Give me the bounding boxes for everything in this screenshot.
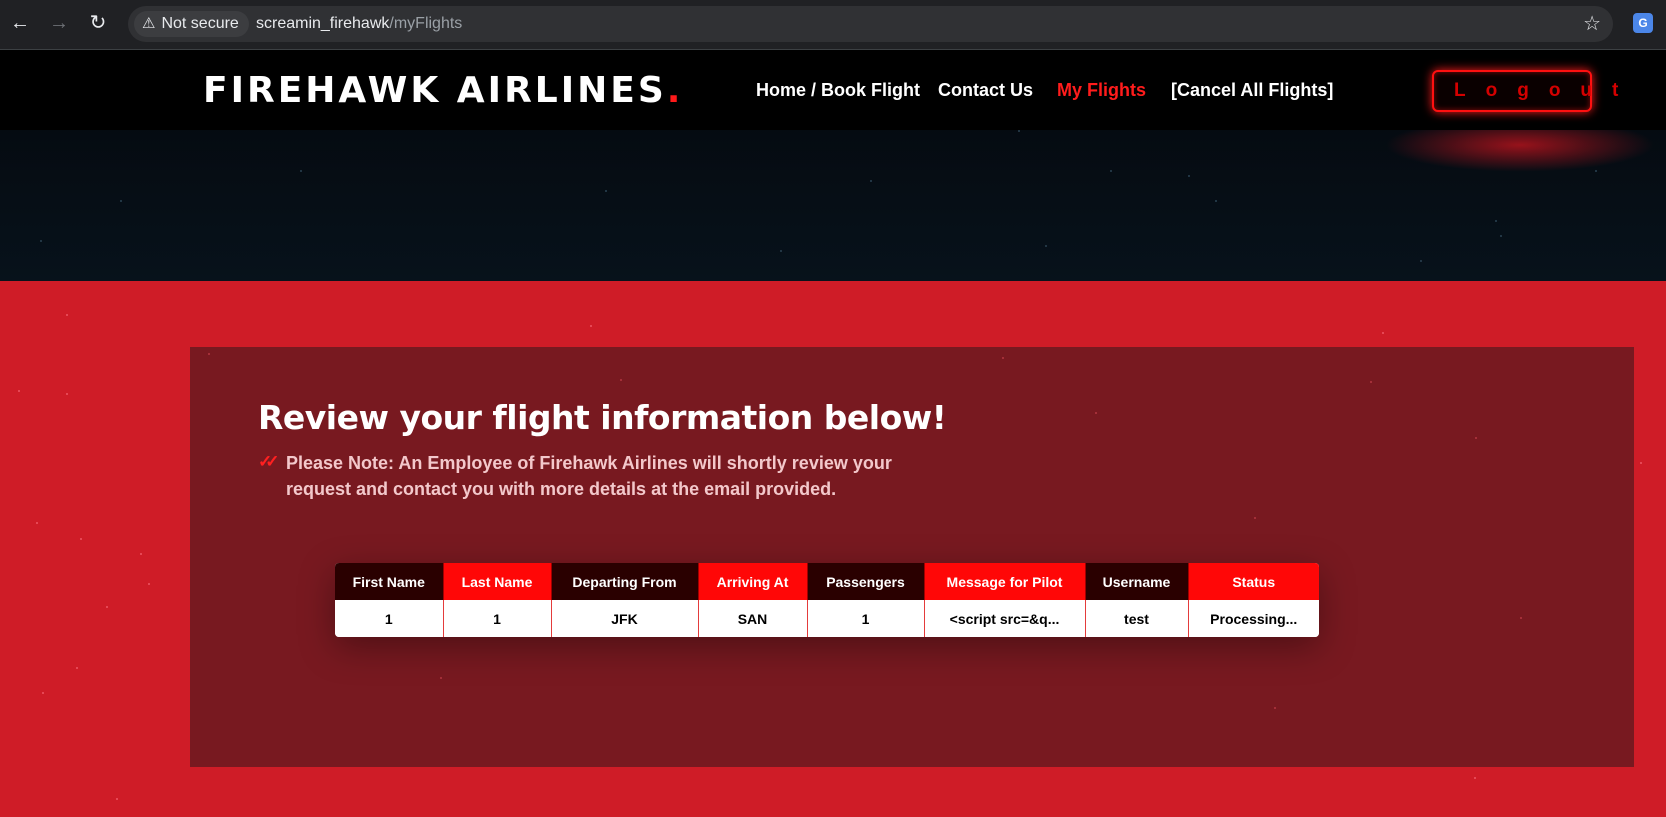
security-label: Not secure xyxy=(161,15,239,32)
table-header-row: First Name Last Name Departing From Arri… xyxy=(335,563,1319,600)
nav-contact-us[interactable]: Contact Us xyxy=(938,80,1033,101)
url-text[interactable]: screamin_firehawk/myFlights xyxy=(256,6,462,42)
reload-icon[interactable]: ↻ xyxy=(84,9,112,37)
column-header: Arriving At xyxy=(697,563,807,600)
review-note: Please Note: An Employee of Firehawk Air… xyxy=(286,453,892,499)
column-header: Message for Pilot xyxy=(923,563,1085,600)
logout-button[interactable]: Logout xyxy=(1432,70,1618,112)
nav-my-flights[interactable]: My Flights xyxy=(1057,80,1146,101)
cell-status: Processing... xyxy=(1188,600,1319,637)
cell-first-name: 1 xyxy=(335,600,444,637)
page-title: Review your flight information below! xyxy=(258,398,947,437)
column-header: Status xyxy=(1187,563,1319,600)
cell-message-for-pilot: <script src=&q... xyxy=(924,600,1086,637)
nav-cancel-all-flights[interactable]: [Cancel All Flights] xyxy=(1171,80,1333,101)
flights-table: First Name Last Name Departing From Arri… xyxy=(335,563,1319,637)
column-header: Departing From xyxy=(550,563,698,600)
url-host: screamin_firehawk xyxy=(256,15,390,32)
cell-departing-from: JFK xyxy=(551,600,699,637)
column-header: Last Name xyxy=(442,563,551,600)
bookmark-star-icon[interactable]: ☆ xyxy=(1583,11,1601,37)
cell-arriving-at: SAN xyxy=(698,600,808,637)
forward-arrow-icon[interactable]: → xyxy=(45,9,73,37)
security-indicator[interactable]: ⚠ Not secure xyxy=(134,11,249,37)
table-row: 1 1 JFK SAN 1 <script src=&q... test Pro… xyxy=(335,600,1319,637)
translate-extension-icon[interactable]: G xyxy=(1633,13,1653,33)
address-bar[interactable]: ⚠ Not secure screamin_firehawk/myFlights … xyxy=(128,6,1613,42)
warning-icon: ⚠ xyxy=(142,15,156,32)
logo-text: FIREHAWK AIRLINES xyxy=(203,70,667,111)
site-logo[interactable]: FIREHAWK AIRLINES. xyxy=(203,70,683,111)
logo-dot: . xyxy=(666,70,684,111)
double-check-icon: ✓✓ xyxy=(258,452,279,471)
cell-passengers: 1 xyxy=(807,600,925,637)
nav-home-book-flight[interactable]: Home / Book Flight xyxy=(756,80,920,101)
column-header: Username xyxy=(1084,563,1188,600)
column-header: Passengers xyxy=(806,563,924,600)
cell-username: test xyxy=(1085,600,1189,637)
column-header: First Name xyxy=(335,563,443,600)
url-path: /myFlights xyxy=(389,15,463,32)
browser-toolbar: ← → ↻ ⚠ Not secure screamin_firehawk/myFl… xyxy=(0,0,1666,50)
cell-last-name: 1 xyxy=(443,600,552,637)
back-arrow-icon[interactable]: ← xyxy=(6,9,34,37)
